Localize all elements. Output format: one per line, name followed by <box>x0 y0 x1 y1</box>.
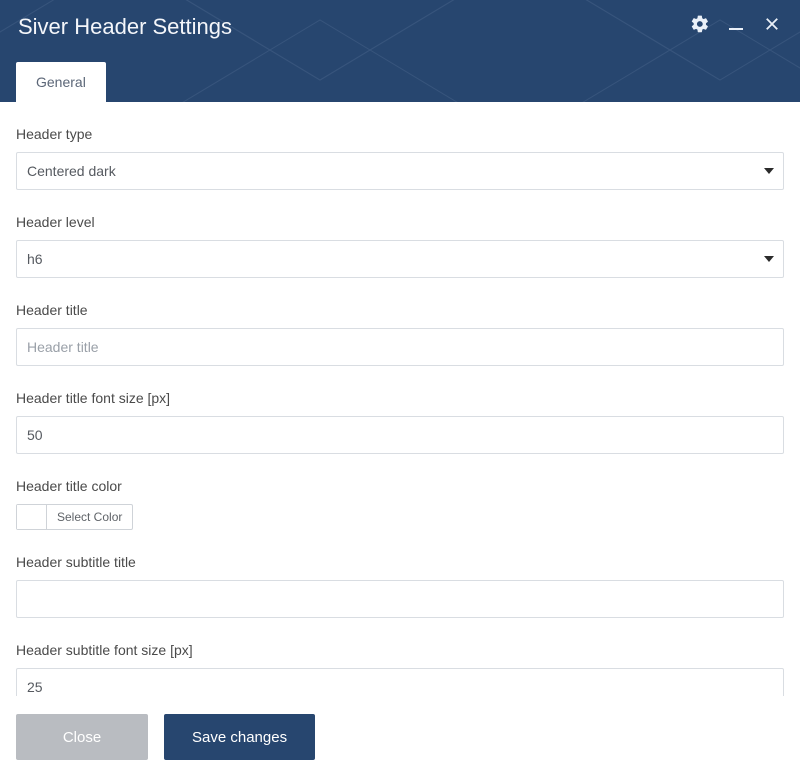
color-swatch[interactable] <box>17 505 47 529</box>
select-header-type[interactable]: Centered dark <box>16 152 784 190</box>
field-header-level: Header level h6 <box>16 214 784 278</box>
field-header-subtitle-font-size: Header subtitle font size [px] <box>16 642 784 696</box>
field-header-type: Header type Centered dark <box>16 126 784 190</box>
close-icon[interactable] <box>762 14 782 34</box>
dialog-header: Siver Header Settings General <box>0 0 800 102</box>
field-header-subtitle-title: Header subtitle title <box>16 554 784 618</box>
input-header-subtitle-title[interactable] <box>16 580 784 618</box>
tab-bar: General <box>16 62 106 102</box>
close-button[interactable]: Close <box>16 714 148 760</box>
gear-icon[interactable] <box>690 14 710 34</box>
select-color-button[interactable]: Select Color <box>47 505 132 529</box>
dialog-title: Siver Header Settings <box>18 14 782 40</box>
label-header-title: Header title <box>16 302 784 318</box>
save-changes-button[interactable]: Save changes <box>164 714 315 760</box>
settings-form[interactable]: Header type Centered dark Header level h… <box>0 102 800 696</box>
field-header-title-color: Header title color Select Color <box>16 478 784 530</box>
label-header-title-font-size: Header title font size [px] <box>16 390 784 406</box>
label-header-subtitle-title: Header subtitle title <box>16 554 784 570</box>
dialog-footer: Close Save changes <box>0 696 800 780</box>
color-picker[interactable]: Select Color <box>16 504 133 530</box>
select-wrap: h6 <box>16 240 784 278</box>
tab-general[interactable]: General <box>16 62 106 102</box>
select-wrap: Centered dark <box>16 152 784 190</box>
label-header-subtitle-font-size: Header subtitle font size [px] <box>16 642 784 658</box>
label-header-title-color: Header title color <box>16 478 784 494</box>
field-header-title-font-size: Header title font size [px] <box>16 390 784 454</box>
field-header-title: Header title <box>16 302 784 366</box>
label-header-level: Header level <box>16 214 784 230</box>
select-header-level[interactable]: h6 <box>16 240 784 278</box>
input-header-title-font-size[interactable] <box>16 416 784 454</box>
content-area: Header type Centered dark Header level h… <box>0 102 800 696</box>
label-header-type: Header type <box>16 126 784 142</box>
minimize-icon[interactable] <box>726 14 746 34</box>
input-header-title[interactable] <box>16 328 784 366</box>
input-header-subtitle-font-size[interactable] <box>16 668 784 696</box>
window-controls <box>690 14 782 34</box>
settings-dialog: Siver Header Settings General Header typ… <box>0 0 800 780</box>
